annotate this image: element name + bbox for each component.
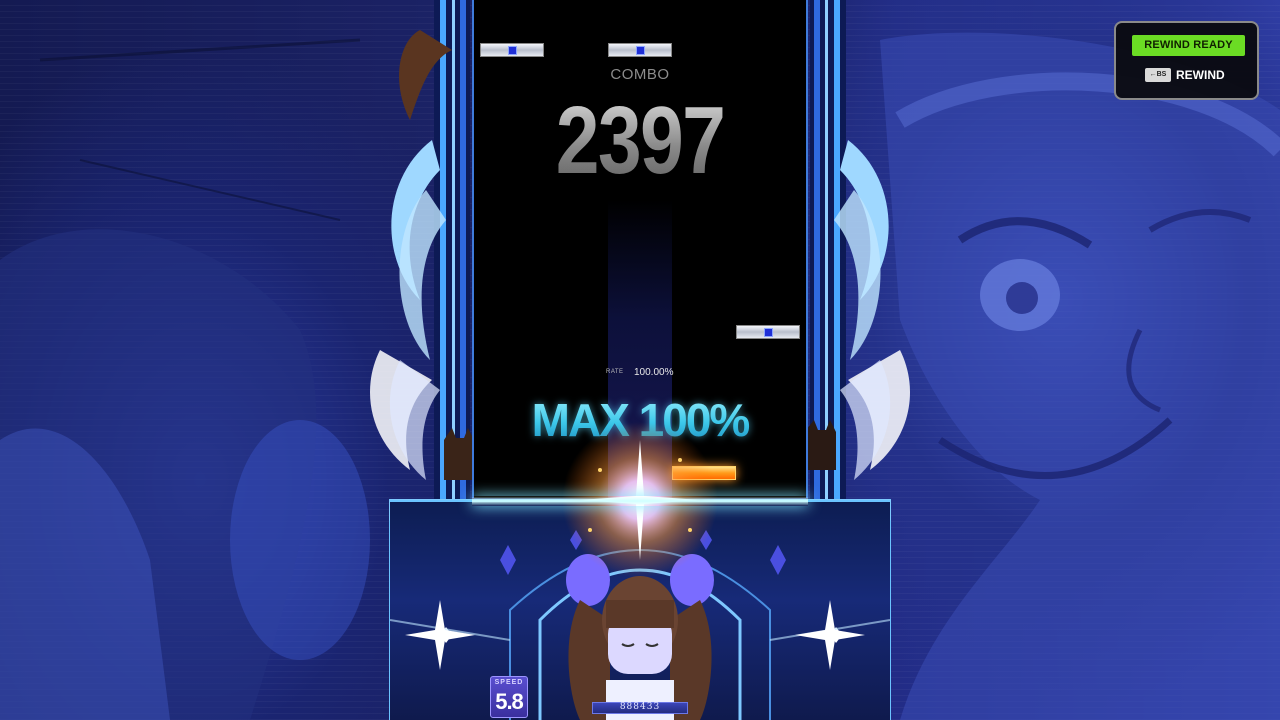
combo-label: COMBO [610,66,670,83]
note [480,43,544,57]
sparkle-icon [405,600,475,670]
note-gem [636,46,645,55]
judgement-line [472,496,808,506]
combo-counter: 2397 [542,86,739,196]
rate-label: RATE [606,369,624,375]
sparkle-icon [795,600,865,670]
backspace-key-icon: ←BS [1145,68,1171,82]
note [608,43,672,57]
score-display: 888433 [592,702,688,714]
speed-value: 5.8 [495,689,524,714]
note-gem [508,46,517,55]
rewind-button[interactable]: REWIND [1176,68,1225,82]
rewind-panel: REWIND READY ←BS REWIND [1114,21,1259,100]
rate-value: 100.00% [634,367,674,378]
score-value: 888433 [619,702,661,712]
rewind-ready-badge: REWIND READY [1132,35,1245,56]
note-gem [764,328,773,337]
speed-label: SPEED [494,679,524,686]
speed-indicator: SPEED 5.8 [490,676,528,718]
note [736,325,800,339]
